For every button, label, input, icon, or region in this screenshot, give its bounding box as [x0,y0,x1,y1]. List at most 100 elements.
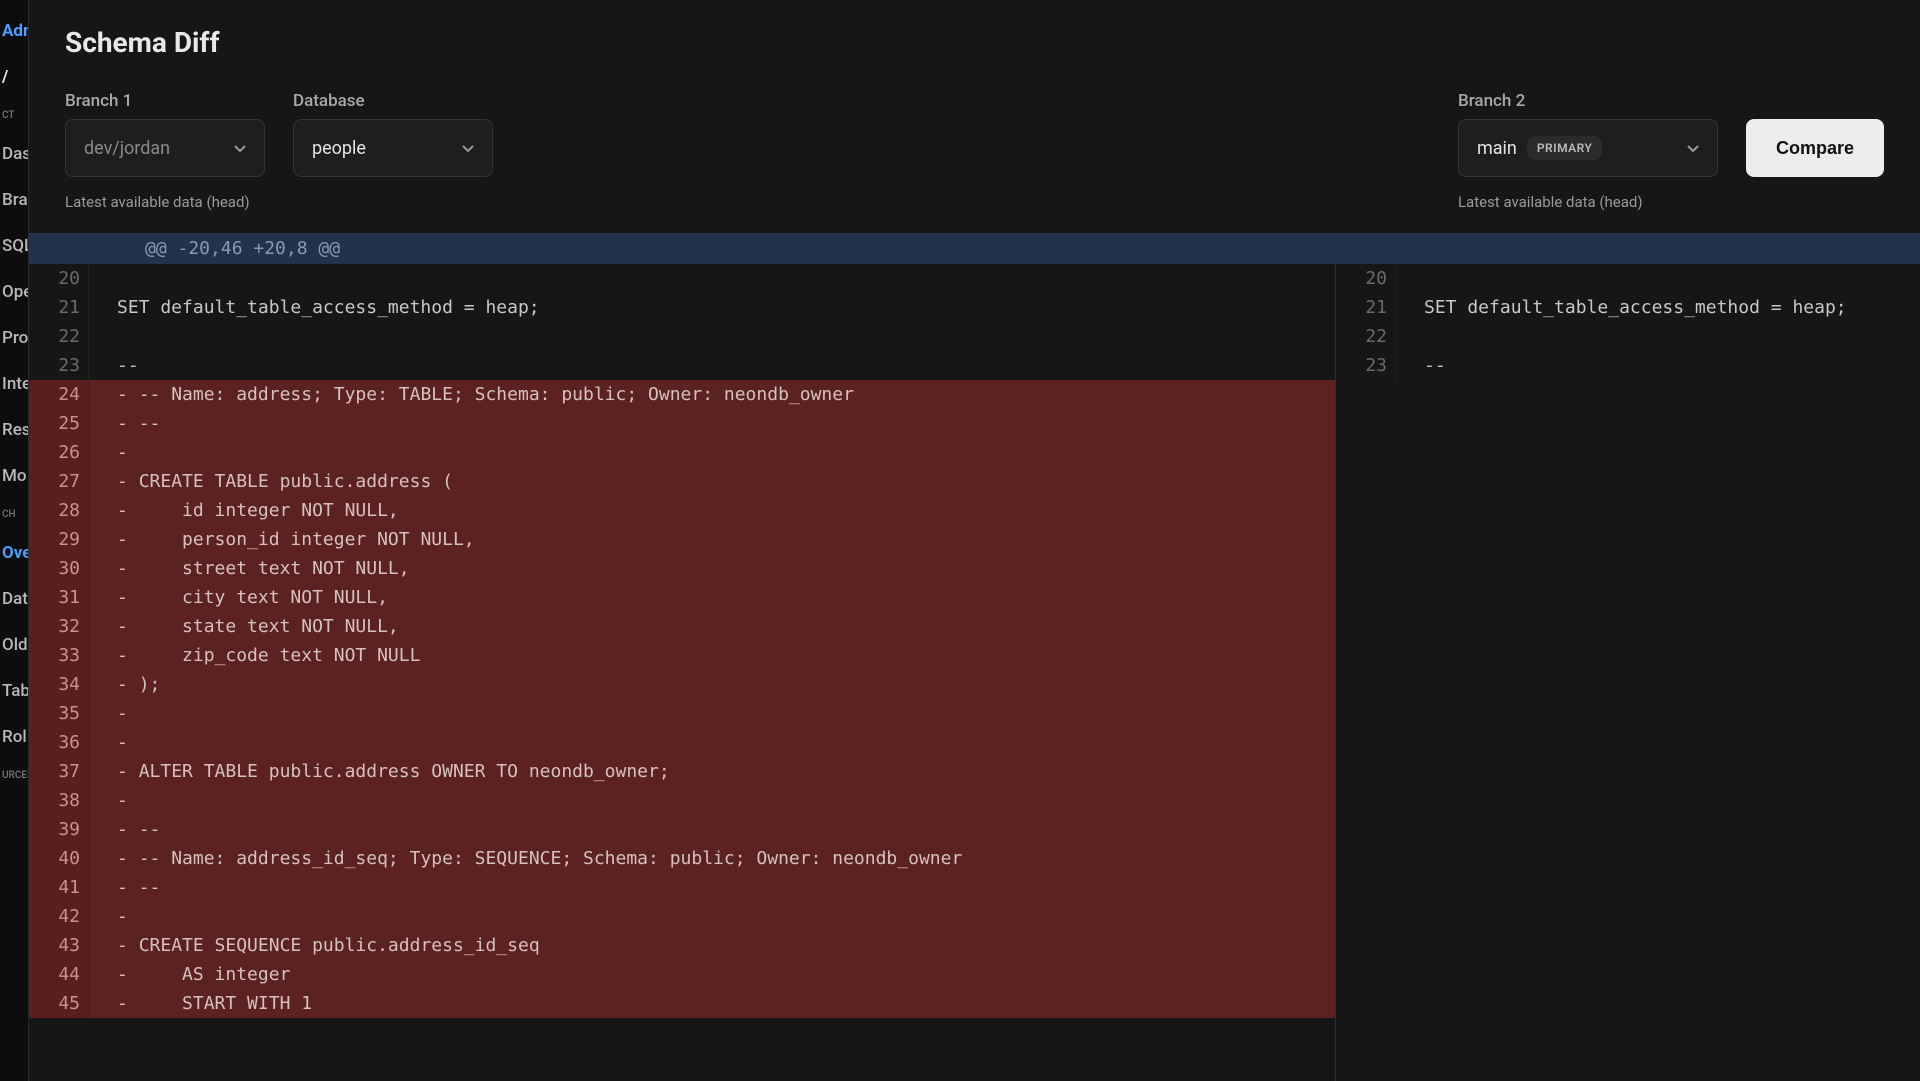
sidebar-item[interactable]: CH [0,499,28,530]
branch1-block: Branch 1 dev/jordan Latest available dat… [65,91,265,211]
branch1-select[interactable]: dev/jordan [65,119,265,177]
line-number: 30 [29,554,89,583]
diff-row: 27CREATE TABLE public.address ( [29,467,1335,496]
diff-row: 33 zip_code text NOT NULL [29,641,1335,670]
line-number: 34 [29,670,89,699]
branch2-block: Branch 2 main PRIMARY Latest available d… [1458,91,1718,211]
sidebar-item[interactable]: CT [0,100,28,131]
sidebar-item[interactable]: Rol [0,714,28,760]
branch2-value: main [1477,138,1517,159]
branch1-label: Branch 1 [65,91,265,111]
line-number: 20 [1336,264,1396,293]
compare-block: Compare [1746,85,1884,211]
line-number: 43 [29,931,89,960]
diff-row: 38 [29,786,1335,815]
diff-row: 30 street text NOT NULL, [29,554,1335,583]
diff-row: 20 [29,264,1335,293]
line-number: 44 [29,960,89,989]
sidebar-item[interactable]: Res [0,407,28,453]
sidebar-item[interactable]: Ope [0,269,28,315]
sidebar-item[interactable]: Dat [0,576,28,622]
header: Schema Diff [29,0,1920,85]
line-content: -- Name: address; Type: TABLE; Schema: p… [89,380,1335,409]
branch1-hint: Latest available data (head) [65,193,265,211]
diff-row: 21SET default_table_access_method = heap… [29,293,1335,322]
diff-right-pane: 2021SET default_table_access_method = he… [1336,233,1920,1081]
sidebar-item[interactable]: Admi [0,8,28,54]
database-select[interactable]: people [293,119,493,177]
branch2-label: Branch 2 [1458,91,1718,111]
line-content: SET default_table_access_method = heap; [1396,293,1920,322]
sidebar-item[interactable]: Das [0,131,28,177]
primary-badge: PRIMARY [1527,136,1602,160]
compare-spacer [1746,193,1884,211]
line-number: 24 [29,380,89,409]
line-content [89,438,1335,467]
line-content [89,902,1335,931]
line-number: 35 [29,699,89,728]
line-content [89,699,1335,728]
diff-row: 22 [1336,322,1920,351]
database-label: Database [293,91,493,111]
sidebar-item[interactable]: Pro [0,315,28,361]
line-content: START WITH 1 [89,989,1335,1018]
hunk-header-right [1336,233,1920,264]
diff-row: 39-- [29,815,1335,844]
sidebar-item[interactable]: Bra [0,177,28,223]
line-number: 27 [29,467,89,496]
diff-row: 22 [29,322,1335,351]
line-content: -- [89,873,1335,902]
line-number: 42 [29,902,89,931]
line-number: 26 [29,438,89,467]
diff-row: 35 [29,699,1335,728]
diff-row: 25-- [29,409,1335,438]
compare-button[interactable]: Compare [1746,119,1884,177]
sidebar-item[interactable]: SQL [0,223,28,269]
line-content: SET default_table_access_method = heap; [89,293,1335,322]
line-number: 28 [29,496,89,525]
line-number: 25 [29,409,89,438]
line-number: 31 [29,583,89,612]
controls-row: Branch 1 dev/jordan Latest available dat… [29,85,1920,233]
diff-row: 37ALTER TABLE public.address OWNER TO ne… [29,757,1335,786]
sidebar: Admi/CTDasBraSQLOpeProInteResMoCHOveDatO… [0,0,29,1081]
sidebar-item[interactable]: URCES [0,760,28,791]
line-number: 23 [29,351,89,380]
sidebar-item[interactable]: Mo [0,453,28,499]
line-content: -- [89,409,1335,438]
line-content [89,264,1335,293]
line-number: 33 [29,641,89,670]
hunk-header: @@ -20,46 +20,8 @@ [29,233,1335,264]
database-value: people [312,138,366,159]
diff-row: 29 person_id integer NOT NULL, [29,525,1335,554]
line-number: 22 [1336,322,1396,351]
line-content: CREATE TABLE public.address ( [89,467,1335,496]
diff-view: @@ -20,46 +20,8 @@ 2021SET default_table… [29,233,1920,1081]
line-number: 37 [29,757,89,786]
main-content: Schema Diff Branch 1 dev/jordan Latest a… [29,0,1920,1081]
line-number: 40 [29,844,89,873]
sidebar-item[interactable]: Inte [0,361,28,407]
line-content: AS integer [89,960,1335,989]
diff-row: 42 [29,902,1335,931]
line-content: -- [89,351,1335,380]
diff-row: 40-- Name: address_id_seq; Type: SEQUENC… [29,844,1335,873]
line-number: 20 [29,264,89,293]
diff-row: 20 [1336,264,1920,293]
sidebar-item[interactable]: Ove [0,530,28,576]
diff-left-pane: @@ -20,46 +20,8 @@ 2021SET default_table… [29,233,1336,1081]
sidebar-item[interactable]: Tab [0,668,28,714]
database-spacer [293,193,493,211]
diff-row: 41-- [29,873,1335,902]
chevron-down-icon [460,140,476,156]
sidebar-item[interactable]: Old [0,622,28,668]
line-content [89,322,1335,351]
line-content [89,728,1335,757]
branch2-select[interactable]: main PRIMARY [1458,119,1718,177]
line-content: ALTER TABLE public.address OWNER TO neon… [89,757,1335,786]
line-content: ); [89,670,1335,699]
line-content: -- [89,815,1335,844]
line-content: city text NOT NULL, [89,583,1335,612]
sidebar-item[interactable]: / [0,54,28,100]
diff-row: 24-- Name: address; Type: TABLE; Schema:… [29,380,1335,409]
